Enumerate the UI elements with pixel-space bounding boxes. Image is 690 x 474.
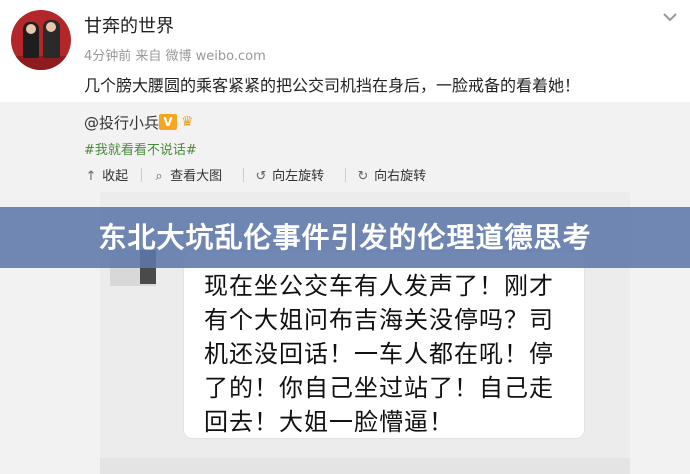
chevron-down-icon[interactable] (662, 10, 678, 24)
bubble-line: 有个大姐问布吉海关没停吗？司 (204, 306, 554, 334)
verified-badge-icon: V (159, 114, 177, 130)
bubble-line: 现在坐公交车有人发声了！刚才 (204, 272, 554, 300)
post-text: 几个膀大腰圆的乘客紧紧的把公交司机挡在身后，一脸戒备的看着她！ (84, 76, 581, 95)
bubble-line: 机还没回话！一车人都在吼！停 (204, 340, 554, 368)
divider (243, 168, 244, 182)
hashtag-link[interactable]: #我就看看不说话# (84, 139, 197, 158)
screenshot-bottom-strip (100, 458, 630, 474)
rotate-right-icon: ↻ (357, 169, 369, 184)
user-avatar[interactable] (11, 10, 71, 70)
divider (345, 168, 346, 182)
headline-text: 东北大坑乱伦事件引发的伦理道德思考 (98, 221, 592, 254)
divider (141, 168, 142, 182)
chat-bubble: 现在坐公交车有人发声了！刚才 有个大姐问布吉海关没停吗？司 机还没回话！一车人都… (184, 252, 584, 438)
rotate-left-icon: ↺ (255, 169, 267, 184)
search-icon: ⌕ (155, 169, 163, 184)
username[interactable]: 甘奔的世界 (84, 12, 174, 38)
weibo-post-header: 甘奔的世界 4分钟前 来自 微博 weibo.com 几个膀大腰圆的乘客紧紧的把… (0, 0, 690, 102)
headline-banner: 东北大坑乱伦事件引发的伦理道德思考 (0, 207, 690, 268)
collapse-button[interactable]: ↑ 收起 (84, 165, 129, 184)
view-large-button[interactable]: ⌕ 查看大图 (152, 165, 222, 184)
post-meta: 4分钟前 来自 微博 weibo.com (84, 49, 266, 64)
collapse-icon: ↑ (85, 169, 97, 184)
rotate-right-button[interactable]: ↻ 向右旋转 (356, 165, 427, 184)
bubble-line: 回去！大姐一脸懵逼！ (204, 408, 454, 436)
rotate-left-button[interactable]: ↺ 向左旋转 (254, 165, 325, 184)
bubble-line: 了的！你自己坐过站了！自己走 (204, 374, 554, 402)
crown-icon: ♛ (181, 114, 194, 130)
repost-author[interactable]: @投行小兵 (84, 112, 159, 133)
